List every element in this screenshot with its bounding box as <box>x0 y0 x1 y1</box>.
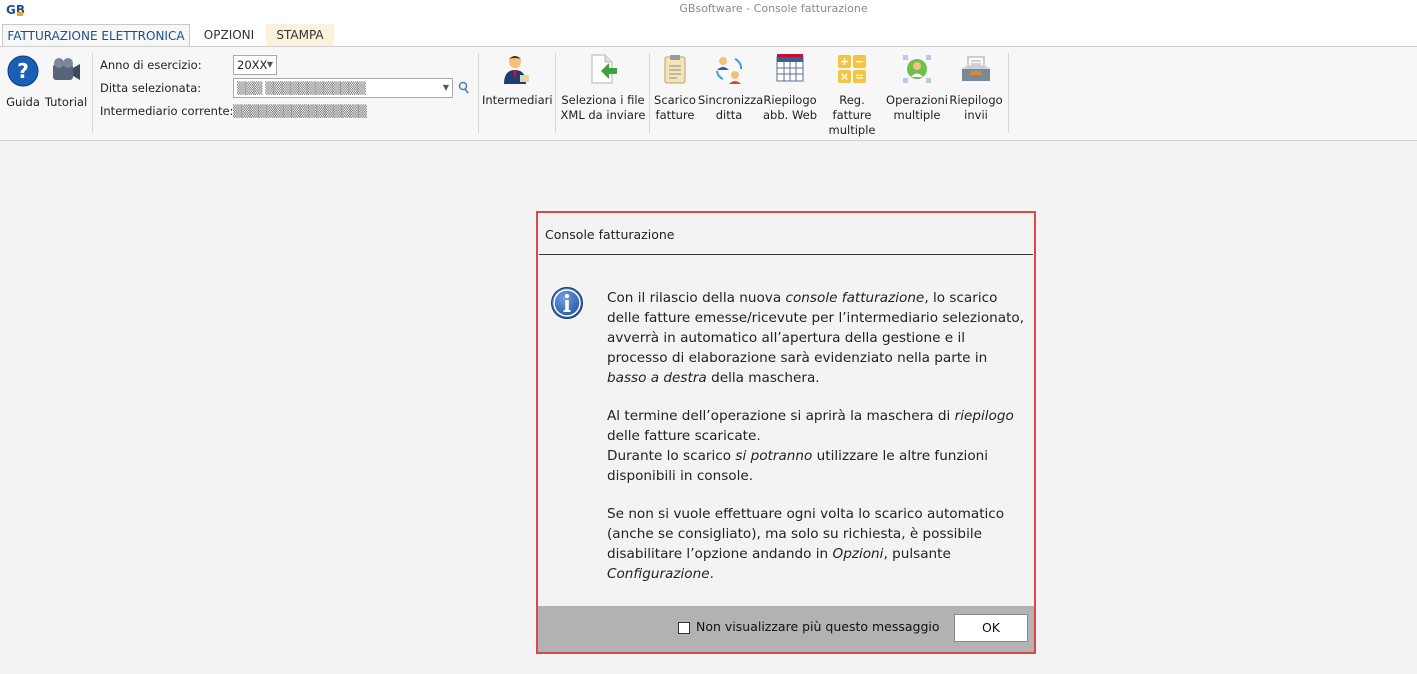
info-icon <box>551 287 583 319</box>
svg-text:×: × <box>840 70 849 83</box>
ditta-value: ▒▒▒ ▒▒▒▒▒▒▒▒▒▒▒▒ <box>237 81 366 95</box>
operazioni-label: Operazioni multiple <box>886 93 948 122</box>
intermediario-label: Intermediario corrente: <box>100 104 234 118</box>
inbox-tray-icon <box>962 56 990 81</box>
tutorial-label: Tutorial <box>44 95 88 109</box>
intermediario-value: ▒▒▒▒▒▒▒▒▒▒▒▒▒▒▒▒ <box>233 104 367 118</box>
ribbon-separator <box>478 53 479 133</box>
ok-button[interactable]: OK <box>954 614 1028 642</box>
scarico-label: Scarico fatture <box>654 93 696 122</box>
ribbon-tabs: FATTURAZIONE ELETTRONICA OPZIONI STAMPA <box>0 20 1417 47</box>
seleziona-xml-button[interactable]: Seleziona i file XML da inviare <box>560 53 646 123</box>
ribbon-panel: ? Guida Tutorial Anno di esercizio: 20XX… <box>0 46 1417 141</box>
dialog-title: Console fatturazione <box>545 227 675 242</box>
reg-fatture-multiple-button[interactable]: + − × = Reg. fatture multiple <box>820 53 884 138</box>
console-fatturazione-dialog: Console fatturazione Con il rilascio del… <box>536 211 1036 654</box>
message-paragraph: Se non si vuole effettuare ogni volta lo… <box>607 506 1005 582</box>
ribbon-separator <box>649 53 650 133</box>
tab-opzioni[interactable]: OPZIONI <box>192 24 266 46</box>
guida-label: Guida <box>6 95 40 109</box>
window-title: GBsoftware - Console fatturazione <box>679 2 868 15</box>
ribbon-separator <box>92 53 93 133</box>
svg-text:−: − <box>855 55 864 68</box>
chevron-down-icon: ▼ <box>442 83 449 92</box>
anno-value: 20XX <box>237 58 268 72</box>
chevron-down-icon: ▼ <box>266 60 273 69</box>
intermediari-label: Intermediari <box>482 93 553 107</box>
guida-button[interactable]: ? Guida <box>4 55 42 110</box>
tutorial-button[interactable]: Tutorial <box>44 55 88 110</box>
calendar-grid-icon <box>776 54 804 82</box>
operazioni-multiple-button[interactable]: Operazioni multiple <box>886 53 948 123</box>
video-camera-icon <box>53 58 80 80</box>
search-icon[interactable] <box>458 81 470 95</box>
svg-text:?: ? <box>17 59 29 83</box>
ribbon-separator <box>555 53 556 133</box>
svg-text:=: = <box>855 70 864 83</box>
clipboard-icon <box>664 55 686 84</box>
message-paragraph: Con il rilascio della nuova console fatt… <box>607 290 1025 386</box>
message-paragraph: Al termine dell’operazione si aprirà la … <box>607 408 1014 484</box>
riepilogo-web-button[interactable]: Riepilogo abb. Web <box>760 53 820 123</box>
sincronizza-label: Sincronizza ditta <box>698 93 764 122</box>
dont-show-again-checkbox[interactable] <box>678 622 690 634</box>
anno-select[interactable]: 20XX ▼ <box>233 55 277 75</box>
riepilogo-web-label: Riepilogo abb. Web <box>762 93 818 122</box>
reg-fatture-label: Reg. fatture multiple <box>828 93 876 137</box>
dialog-message: Con il rilascio della nuova console fatt… <box>607 288 1027 602</box>
riepilogo-invii-button[interactable]: Riepilogo invii <box>948 53 1004 123</box>
dialog-footer: Non visualizzare più questo messaggio OK <box>538 606 1034 652</box>
calculator-icon: + − × = <box>838 55 866 83</box>
user-network-icon <box>903 55 931 83</box>
tab-stampa[interactable]: STAMPA <box>266 24 334 46</box>
title-bar: GB GBsoftware - Console fatturazione <box>0 0 1417 20</box>
document-import-icon <box>591 54 617 84</box>
ditta-label: Ditta selezionata: <box>100 81 202 95</box>
scarico-fatture-button[interactable]: Scarico fatture <box>652 53 698 123</box>
riepilogo-invii-label: Riepilogo invii <box>949 93 1003 122</box>
intermediari-button[interactable]: Intermediari <box>482 53 553 108</box>
tab-fatturazione-elettronica[interactable]: FATTURAZIONE ELETTRONICA <box>2 24 190 47</box>
sync-users-icon <box>716 57 743 84</box>
anno-label: Anno di esercizio: <box>100 58 202 72</box>
ribbon-separator <box>1008 53 1009 133</box>
seleziona-label: Seleziona i file XML da inviare <box>560 93 646 122</box>
help-icon: ? <box>7 55 39 87</box>
ditta-select[interactable]: ▒▒▒ ▒▒▒▒▒▒▒▒▒▒▒▒ ▼ <box>233 78 453 98</box>
sincronizza-ditta-button[interactable]: Sincronizza ditta <box>698 53 764 123</box>
user-agent-icon <box>504 56 529 84</box>
dont-show-again-label[interactable]: Non visualizzare più questo messaggio <box>696 619 940 634</box>
dialog-divider <box>539 254 1033 255</box>
svg-text:+: + <box>840 55 849 68</box>
